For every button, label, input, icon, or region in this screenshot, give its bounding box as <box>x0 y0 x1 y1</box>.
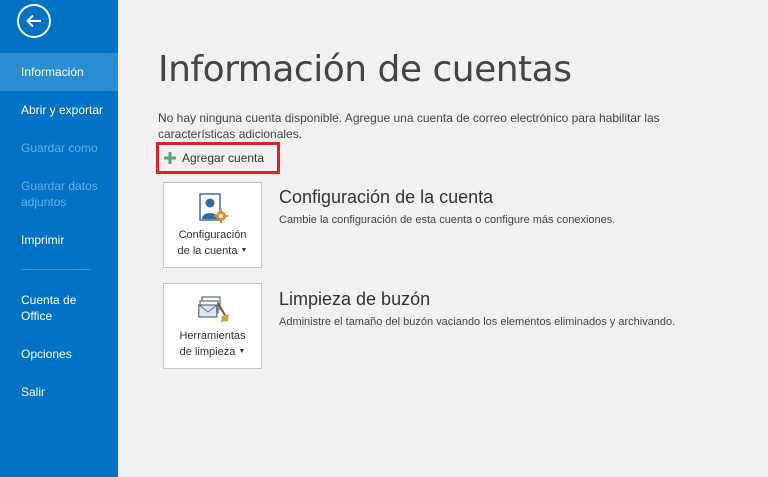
backstage-sidebar: Información Abrir y exportar Guardar com… <box>0 0 118 477</box>
account-settings-icon <box>199 193 228 223</box>
chevron-down-icon: ▼ <box>240 247 248 255</box>
add-account-button[interactable]: Agregar cuenta <box>164 149 264 167</box>
add-account-label: Agregar cuenta <box>182 151 265 165</box>
chevron-down-icon: ▼ <box>238 348 246 356</box>
back-arrow-icon <box>26 14 41 28</box>
sidebar-item-guardar-adjuntos: Guardar datos adjuntos <box>21 179 98 209</box>
account-settings-tile-label: Configuración de la cuenta ▼ <box>177 229 248 257</box>
account-settings-title: Configuración de la cuenta <box>279 187 494 207</box>
sidebar-item-abrir-exportar[interactable]: Abrir y exportar <box>0 102 118 118</box>
sidebar-item-salir[interactable]: Salir <box>0 384 118 400</box>
sidebar-divider <box>21 269 91 270</box>
account-settings-button[interactable]: Configuración de la cuenta ▼ <box>163 182 262 268</box>
back-button[interactable] <box>17 4 51 38</box>
mailbox-cleanup-title: Limpieza de buzón <box>279 289 431 309</box>
sidebar-item-informacion[interactable]: Información <box>0 53 118 91</box>
sidebar-item-guardar-como: Guardar como <box>21 141 98 155</box>
plus-icon <box>164 152 176 164</box>
cleanup-tools-icon <box>198 296 229 322</box>
cleanup-tools-tile-label: Herramientas de limpieza ▼ <box>179 330 246 358</box>
account-settings-description: Cambie la configuración de esta cuenta o… <box>279 214 616 226</box>
sidebar-item-imprimir[interactable]: Imprimir <box>0 232 118 248</box>
sidebar-item-opciones[interactable]: Opciones <box>0 346 118 362</box>
cleanup-tools-button[interactable]: Herramientas de limpieza ▼ <box>163 283 262 369</box>
no-account-notice: No hay ninguna cuenta disponible. Agregu… <box>158 111 660 141</box>
sidebar-item-cuenta-office[interactable]: Cuenta de Office <box>0 292 90 324</box>
page-title: Información de cuentas <box>158 49 572 90</box>
mailbox-cleanup-description: Administre el tamaño del buzón vaciando … <box>279 316 676 328</box>
